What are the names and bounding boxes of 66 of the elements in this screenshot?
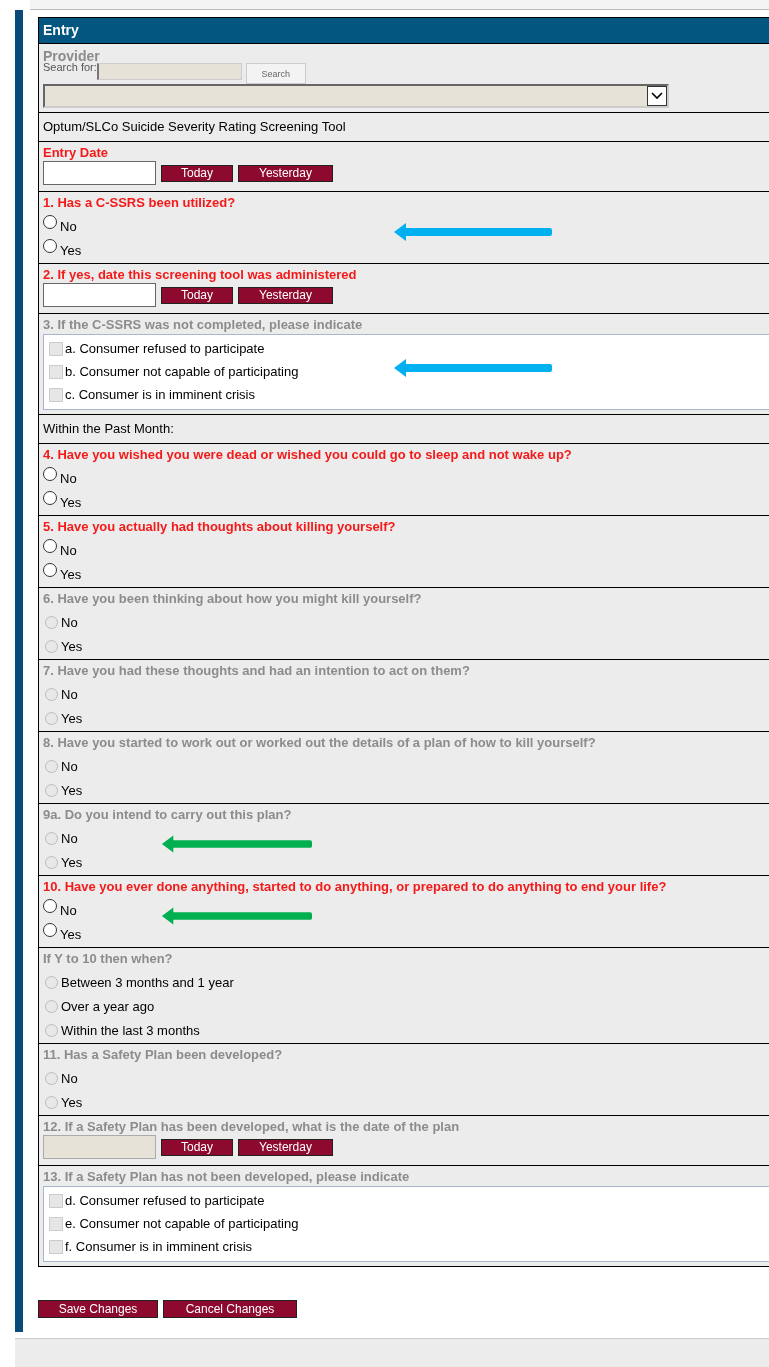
- section-text: Optum/SLCo Suicide Severity Rating Screening Tool: [43, 118, 347, 136]
- question-label: 3. If the C-SSRS was not completed, please indicate: [43, 316, 364, 333]
- option-label: f. Consumer is in imminent crisis: [65, 1238, 253, 1255]
- date-field[interactable]: [43, 283, 156, 307]
- question-label: 5. Have you actually had thoughts about killing yourself?: [43, 518, 397, 535]
- radio-button[interactable]: [43, 239, 57, 253]
- option-label: No: [60, 903, 77, 919]
- option-label: c. Consumer is in imminent crisis: [65, 386, 255, 403]
- date-button[interactable]: Yesterday: [238, 286, 333, 304]
- option-label: Yes: [61, 711, 83, 727]
- radio-button[interactable]: [43, 539, 57, 553]
- radio-button[interactable]: [43, 491, 57, 505]
- search-label: Search for:: [43, 62, 97, 72]
- radio-button[interactable]: [43, 899, 57, 913]
- option-label: a. Consumer refused to participate: [65, 340, 265, 357]
- field-label: Provider: [43, 49, 101, 63]
- option-label: Yes: [60, 567, 82, 583]
- question-label: 7. Have you had these thoughts and had an intention to act on them?: [43, 662, 471, 679]
- option-label: Yes: [61, 639, 83, 655]
- option-label: No: [60, 471, 77, 487]
- option-label: Yes: [60, 243, 82, 259]
- question-label: 9a. Do you intend to carry out this plan?: [43, 806, 293, 823]
- question-label: If Y to 10 then when?: [43, 950, 174, 967]
- date-field[interactable]: [43, 161, 156, 185]
- option-label: Between 3 months and 1 year: [61, 975, 234, 991]
- option-label: Yes: [61, 855, 83, 871]
- option-label: No: [60, 219, 77, 235]
- section-text: Within the Past Month:: [43, 420, 175, 438]
- search-field[interactable]: [96, 63, 242, 80]
- option-label: Yes: [61, 1095, 83, 1111]
- question-label: 4. Have you wished you were dead or wished you could go to sleep and not wake up?: [43, 446, 573, 463]
- question-label: 11. Has a Safety Plan been developed?: [43, 1046, 284, 1063]
- option-label: No: [61, 1071, 78, 1087]
- question-label: Entry Date: [43, 144, 110, 161]
- option-label: Over a year ago: [61, 999, 155, 1015]
- date-button[interactable]: Today: [161, 164, 233, 182]
- question-label: 13. If a Safety Plan has not been developed, please indicate: [43, 1168, 411, 1185]
- question-label: 2. If yes, date this screening tool was administered: [43, 266, 358, 283]
- radio-button[interactable]: [43, 923, 57, 937]
- option-label: Yes: [60, 495, 82, 511]
- question-label: 8. Have you started to work out or worked out the details of a plan of how to kill yourself?: [43, 734, 597, 751]
- option-label: b. Consumer not capable of participating: [65, 363, 299, 380]
- radio-button[interactable]: [43, 215, 57, 229]
- option-label: No: [60, 543, 77, 559]
- section-header: Entry: [39, 18, 769, 44]
- question-label: 1. Has a C-SSRS been utilized?: [43, 194, 237, 211]
- question-label: 12. If a Safety Plan has been developed, what is the date of the plan: [43, 1118, 461, 1135]
- option-label: Within the last 3 months: [61, 1023, 200, 1039]
- option-label: No: [61, 687, 78, 703]
- action-button[interactable]: Save Changes: [38, 1300, 158, 1318]
- radio-button[interactable]: [43, 563, 57, 577]
- radio-button[interactable]: [43, 467, 57, 481]
- action-button[interactable]: Cancel Changes: [163, 1300, 297, 1318]
- date-button[interactable]: Yesterday: [238, 164, 333, 182]
- question-label: 6. Have you been thinking about how you might kill yourself?: [43, 590, 423, 607]
- provider-dropdown[interactable]: [43, 84, 669, 108]
- date-button[interactable]: Today: [161, 286, 233, 304]
- option-label: No: [61, 615, 78, 631]
- option-label: Yes: [61, 783, 83, 799]
- option-label: Yes: [60, 927, 82, 943]
- option-label: e. Consumer not capable of participating: [65, 1215, 299, 1232]
- search-button[interactable]: Search: [245, 63, 306, 84]
- option-label: No: [61, 831, 78, 847]
- option-label: d. Consumer refused to participate: [65, 1192, 265, 1209]
- question-label: 10. Have you ever done anything, started to do anything, or prepared to do anything to end your life?: [43, 878, 668, 895]
- option-label: No: [61, 759, 78, 775]
